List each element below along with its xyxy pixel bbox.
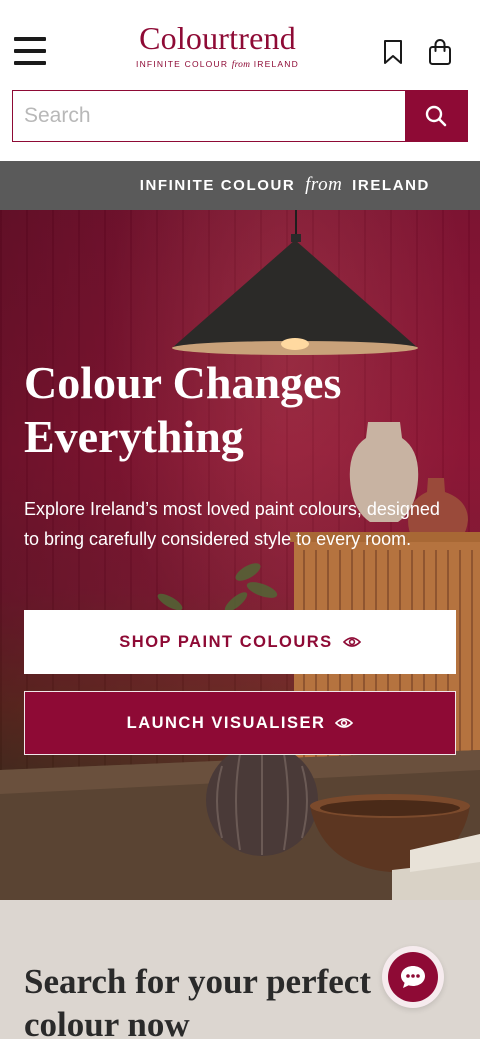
- hero-description: Explore Ireland’s most loved paint colou…: [24, 499, 440, 549]
- search-bar: [12, 90, 468, 142]
- hero-title: Colour Changes Everything: [24, 357, 342, 462]
- shop-paint-colours-button[interactable]: SHOP PAINT COLOURS: [24, 610, 456, 674]
- logo-tagline: INFINITE COLOUR from IRELAND: [136, 59, 299, 70]
- hero-section: Colour Changes Everything Explore Irelan…: [0, 210, 480, 900]
- search-input[interactable]: [13, 91, 405, 141]
- section-title: Search for your perfect colour now: [24, 962, 371, 1039]
- shop-paint-colours-label: SHOP PAINT COLOURS: [119, 632, 333, 651]
- search-button[interactable]: [405, 91, 467, 141]
- eye-icon: [335, 717, 354, 729]
- shopping-bag-icon[interactable]: [428, 38, 452, 66]
- chat-icon: [401, 966, 425, 988]
- bookmark-icon[interactable]: [382, 39, 404, 65]
- logo[interactable]: Colourtrend INFINITE COLOUR from IRELAND: [110, 20, 325, 70]
- eye-icon: [342, 636, 361, 648]
- banner-text: INFINITE COLOUR from IRELAND: [139, 174, 430, 195]
- hamburger-icon[interactable]: [14, 37, 46, 67]
- launch-visualiser-button[interactable]: LAUNCH VISUALISER: [24, 691, 456, 755]
- launch-visualiser-label: LAUNCH VISUALISER: [126, 713, 326, 732]
- site-header: Colourtrend INFINITE COLOUR from IRELAND: [0, 0, 480, 90]
- promo-banner: INFINITE COLOUR from IRELAND: [0, 161, 480, 210]
- search-icon: [425, 105, 447, 127]
- logo-wordmark: Colourtrend: [139, 20, 296, 56]
- hero-image: [0, 210, 480, 900]
- chat-button[interactable]: [382, 946, 444, 1008]
